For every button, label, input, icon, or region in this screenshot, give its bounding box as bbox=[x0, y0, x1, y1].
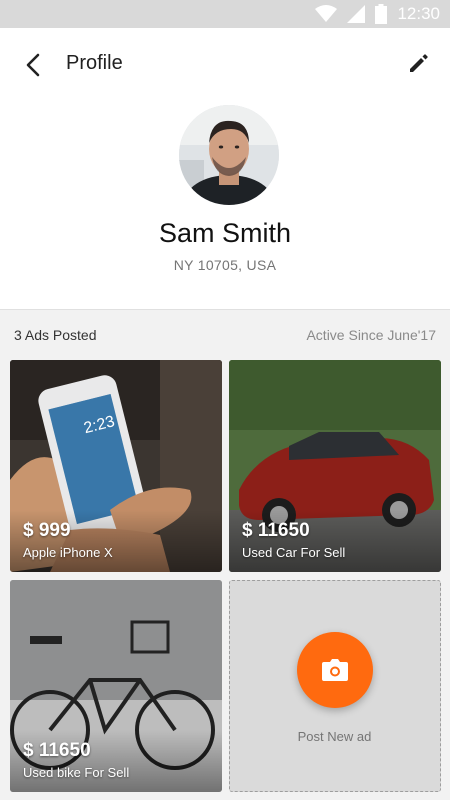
ad-price: $ 11650 bbox=[242, 520, 310, 541]
status-bar: 12:30 bbox=[0, 0, 450, 28]
ad-price: $ 999 bbox=[23, 520, 71, 541]
page-title: Profile bbox=[66, 52, 123, 74]
wifi-icon bbox=[315, 5, 338, 22]
ad-title: Used bike For Sell bbox=[23, 765, 130, 780]
edit-pencil-icon[interactable] bbox=[406, 50, 432, 76]
status-time: 12:30 bbox=[397, 4, 440, 23]
ad-title: Apple iPhone X bbox=[23, 545, 113, 560]
avatar-photo bbox=[179, 105, 279, 205]
ad-card-car[interactable]: $ 11650 Used Car For Sell bbox=[229, 360, 441, 572]
cellular-signal-icon bbox=[347, 5, 366, 23]
active-since: Active Since June'17 bbox=[306, 327, 436, 343]
post-new-ad-label: Post New ad bbox=[297, 729, 372, 744]
profile-header: Sam Smith NY 10705, USA bbox=[0, 100, 450, 310]
avatar[interactable] bbox=[179, 105, 279, 205]
ad-title: Used Car For Sell bbox=[242, 545, 346, 560]
ad-card-bike[interactable]: $ 11650 Used bike For Sell bbox=[10, 580, 222, 792]
app-bar: Profile bbox=[0, 28, 450, 100]
back-arrow-icon[interactable] bbox=[18, 50, 48, 80]
profile-location: NY 10705, USA bbox=[173, 257, 277, 273]
post-new-ad-card[interactable]: Post New ad bbox=[229, 580, 441, 792]
ads-summary: 3 Ads Posted Active Since June'17 bbox=[0, 310, 450, 360]
profile-name: Sam Smith bbox=[158, 218, 292, 248]
post-ad-button[interactable] bbox=[297, 632, 373, 708]
camera-icon bbox=[322, 659, 348, 681]
battery-icon bbox=[375, 4, 388, 24]
ads-count: 3 Ads Posted bbox=[14, 327, 97, 343]
ad-price: $ 11650 bbox=[23, 740, 91, 761]
ad-card-iphone[interactable]: 2:23 $ 999 Apple iPhone X bbox=[10, 360, 222, 572]
